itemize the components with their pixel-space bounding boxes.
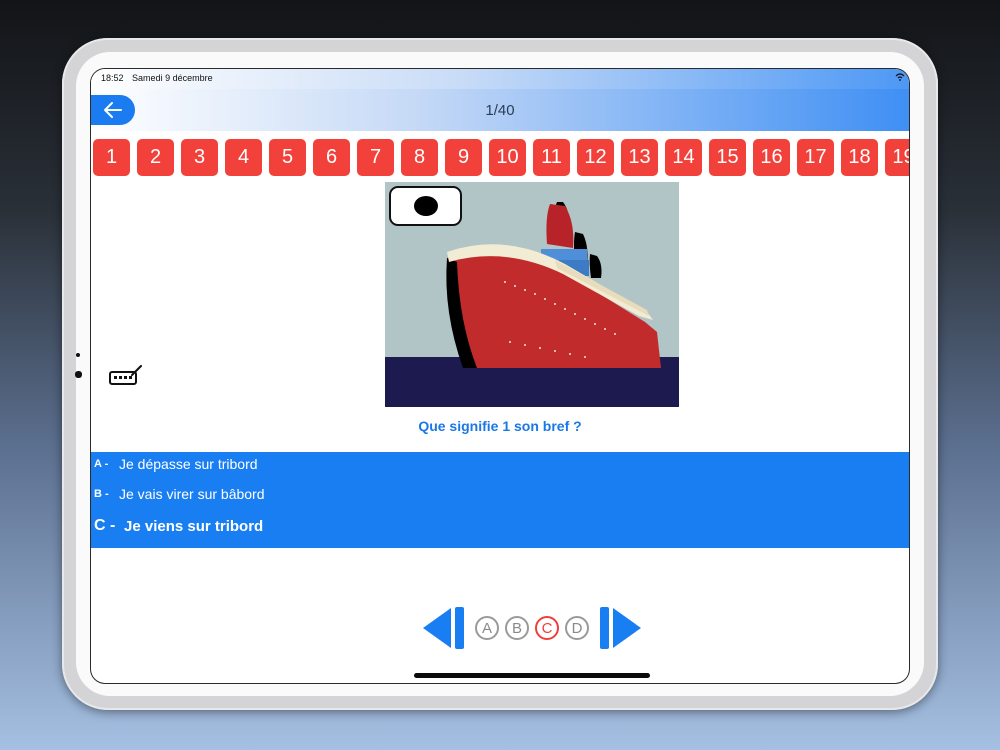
answer-c[interactable]: C - Je viens sur tribord — [91, 514, 263, 538]
question-number-13[interactable]: 13 — [621, 139, 658, 176]
answer-a[interactable]: A - Je dépasse sur tribord — [91, 452, 258, 476]
choice-d[interactable]: D — [565, 616, 589, 640]
question-number-bar: 12345678910111213141516171819 — [91, 139, 909, 177]
answer-c-letter: C - — [94, 517, 116, 534]
answer-a-text: Je dépasse sur tribord — [119, 456, 258, 472]
nav-bar: 1/40 — [91, 89, 909, 131]
keyboard-pencil-icon[interactable] — [108, 365, 144, 389]
choice-a[interactable]: A — [475, 616, 499, 640]
question-number-18[interactable]: 18 — [841, 139, 878, 176]
question-number-19[interactable]: 19 — [885, 139, 909, 176]
app-screen: 18:52 Samedi 9 décembre 1/40 1 2 3 4 5 6 7 8 9 10… — [91, 69, 909, 683]
question-number-11[interactable]: 11 — [533, 139, 570, 176]
question-number-5[interactable]: 5 — [269, 139, 306, 176]
camera-dot — [76, 353, 80, 357]
answer-c-text: Je viens sur tribord — [124, 517, 264, 535]
answer-b-text: Je vais virer sur bâbord — [119, 486, 265, 502]
question-number-3[interactable]: 3 — [181, 139, 218, 176]
question-number-8[interactable]: 8 — [401, 139, 438, 176]
ship-image — [385, 182, 679, 407]
answer-a-letter: A - — [94, 458, 109, 470]
choice-c[interactable]: C — [535, 616, 559, 640]
question-text: Que signifie 1 son bref ? — [418, 418, 582, 434]
question-number-2[interactable]: 2 — [137, 139, 174, 176]
question-number-17[interactable]: 17 — [797, 139, 834, 176]
question-number-4[interactable]: 4 — [225, 139, 262, 176]
question-number-15[interactable]: 15 — [709, 139, 746, 176]
home-indicator[interactable] — [414, 673, 650, 678]
ship-illustration — [385, 182, 679, 407]
question-number-14[interactable]: 14 — [665, 139, 702, 176]
skip-next-icon[interactable] — [597, 605, 643, 651]
status-time: 18:52 — [101, 73, 124, 83]
answers-panel: A - Je dépasse sur tribord B - Je vais v… — [91, 452, 909, 548]
status-date: Samedi 9 décembre — [132, 73, 213, 83]
question-number-10[interactable]: 10 — [489, 139, 526, 176]
status-bar: 18:52 Samedi 9 décembre — [91, 69, 909, 89]
sensor-dot — [75, 371, 82, 378]
question-number-6[interactable]: 6 — [313, 139, 350, 176]
question-number-1[interactable]: 1 — [93, 139, 130, 176]
wifi-icon — [895, 73, 905, 81]
choice-b[interactable]: B — [505, 616, 529, 640]
question-number-9[interactable]: 9 — [445, 139, 482, 176]
question-number-7[interactable]: 7 — [357, 139, 394, 176]
page-title: 1/40 — [485, 102, 515, 119]
question-number-12[interactable]: 12 — [577, 139, 614, 176]
skip-previous-icon[interactable] — [421, 605, 467, 651]
question-number-16[interactable]: 16 — [753, 139, 790, 176]
answer-b[interactable]: B - Je vais virer sur bâbord — [91, 482, 265, 506]
answer-controls: A B C D — [421, 605, 643, 651]
answer-b-letter: B - — [94, 488, 109, 500]
